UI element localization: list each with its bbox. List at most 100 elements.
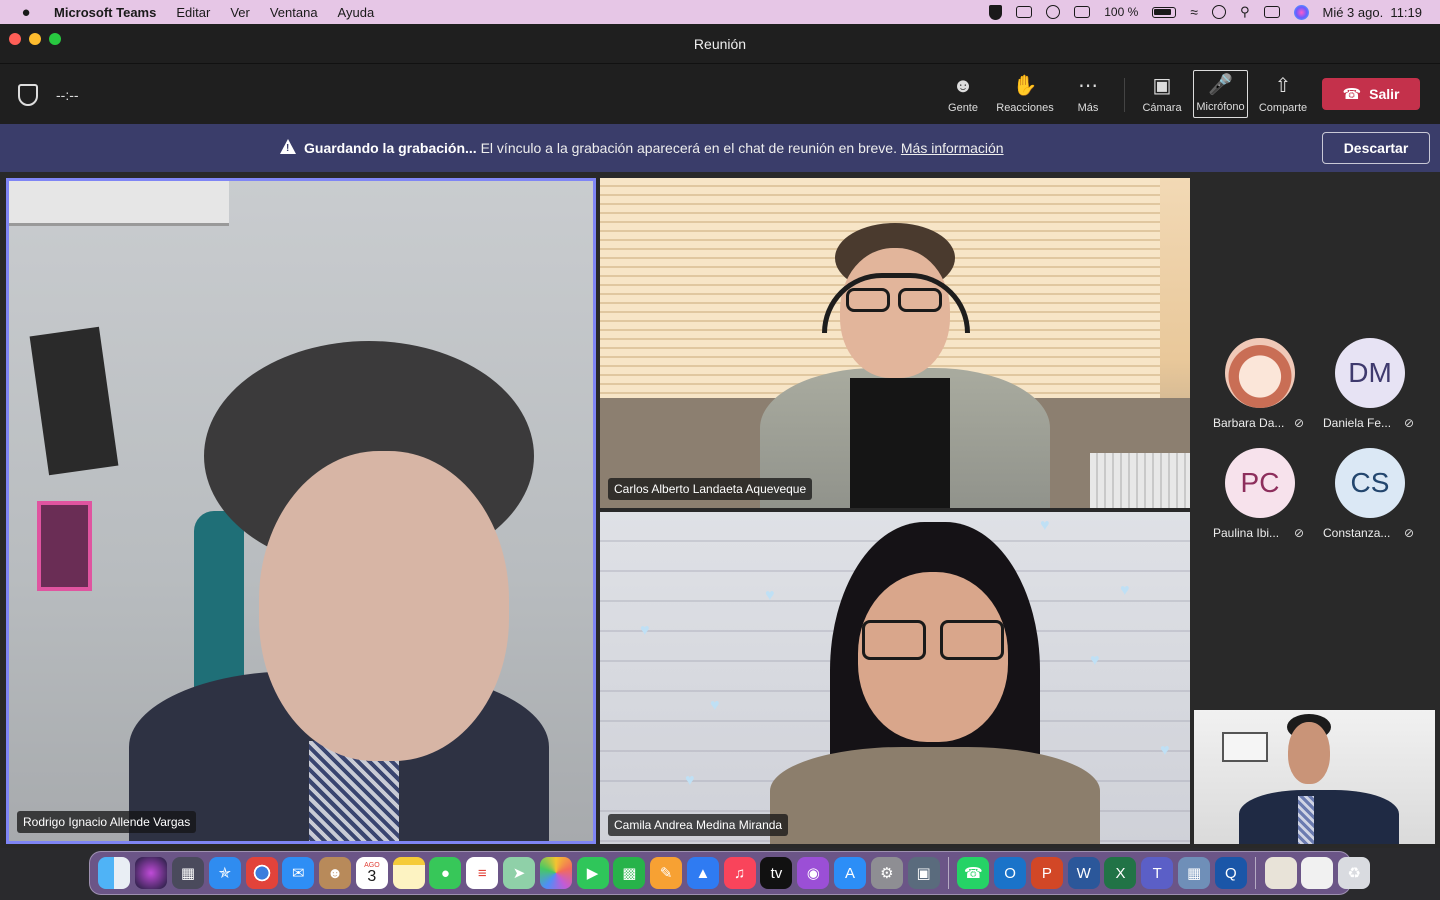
apple-menu-icon[interactable]: ● <box>18 4 34 21</box>
dock-divider <box>1255 857 1257 889</box>
video-tile-carlos[interactable]: Carlos Alberto Landaeta Aqueveque <box>600 178 1190 508</box>
finder-icon[interactable] <box>98 857 131 889</box>
time-machine-icon[interactable] <box>1211 5 1226 19</box>
video-tile-rodrigo[interactable]: Rodrigo Ignacio Allende Vargas <box>6 178 596 844</box>
person-coat <box>770 747 1100 844</box>
more-dots-icon: ⋯ <box>1078 75 1098 97</box>
leave-meeting-button[interactable]: ☎ Salir <box>1322 78 1420 110</box>
people-icon: ☻ <box>952 75 974 97</box>
calendar-icon[interactable]: AGO 3 <box>355 857 388 889</box>
word-icon[interactable]: W <box>1067 857 1100 889</box>
control-center-icon[interactable] <box>1263 6 1280 18</box>
system-preferences-icon[interactable]: ⚙ <box>870 857 903 889</box>
contacts-icon[interactable]: ☻ <box>319 857 352 889</box>
vpn-shield-icon[interactable] <box>989 4 1003 20</box>
apple-tv-icon[interactable]: tv <box>760 857 793 889</box>
mail-icon[interactable]: ✉ <box>282 857 315 889</box>
battery-icon[interactable] <box>1152 6 1177 18</box>
wall-calendar <box>1222 732 1268 762</box>
mic-muted-icon: ⊘ <box>1294 526 1305 540</box>
avatar-barbara[interactable] <box>1225 338 1295 408</box>
more-button[interactable]: ⋯ Más <box>1066 70 1110 118</box>
person-shirt <box>850 378 950 508</box>
numbers-icon[interactable]: ▩ <box>613 857 646 889</box>
safari-icon[interactable]: ✯ <box>208 857 241 889</box>
maps-icon[interactable]: ➤ <box>502 857 535 889</box>
radiator <box>1090 453 1190 508</box>
dismiss-button[interactable]: Descartar <box>1322 132 1430 164</box>
downloads-stack-icon[interactable] <box>1301 857 1334 889</box>
teams-status-icon[interactable] <box>1016 6 1033 18</box>
wall-poster <box>37 501 92 591</box>
reactions-button[interactable]: ✋ Reacciones <box>992 70 1058 118</box>
menu-ayuda[interactable]: Ayuda <box>338 5 375 20</box>
window-title: Reunión <box>693 36 747 52</box>
excel-icon[interactable]: X <box>1104 857 1137 889</box>
toolbar-divider <box>1124 78 1125 112</box>
microphone-icon: 🎤 <box>1208 74 1233 96</box>
share-button[interactable]: ⇧ Comparte <box>1254 70 1312 118</box>
screenshot-app-icon[interactable]: ▣ <box>907 857 940 889</box>
app-store-icon[interactable]: A <box>834 857 867 889</box>
glasses <box>862 620 926 660</box>
menubar-clock[interactable]: Mié 3 ago. 11:19 <box>1323 5 1423 20</box>
participant-name-tag: Rodrigo Ignacio Allende Vargas <box>17 811 197 833</box>
roster-name: Constanza... <box>1323 526 1391 540</box>
raise-hand-icon: ✋ <box>1012 75 1038 97</box>
document-stack-icon[interactable] <box>1264 857 1297 889</box>
messages-icon[interactable]: ● <box>429 857 462 889</box>
keynote-icon[interactable]: ▲ <box>686 857 719 889</box>
preview-icon[interactable]: Q <box>1214 857 1247 889</box>
person-face <box>1288 722 1330 784</box>
avatar-constanza[interactable]: CS <box>1335 448 1405 518</box>
mic-muted-icon: ⊘ <box>1294 416 1305 430</box>
mic-muted-icon: ⊘ <box>1404 416 1415 430</box>
photos-icon[interactable] <box>539 857 572 889</box>
teams-icon[interactable]: T <box>1141 857 1174 889</box>
menu-ventana[interactable]: Ventana <box>270 5 318 20</box>
pages-icon[interactable]: ✎ <box>650 857 683 889</box>
launchpad-icon[interactable]: ▦ <box>171 857 204 889</box>
play-icon[interactable] <box>1046 5 1061 19</box>
app-menu[interactable]: Microsoft Teams <box>54 5 156 20</box>
people-button[interactable]: ☻ Gente <box>940 70 986 118</box>
macos-menu-bar: ● Microsoft Teams Editar Ver Ventana Ayu… <box>0 0 1440 24</box>
person-tie <box>1298 796 1314 844</box>
screen-sharing-icon[interactable]: ▦ <box>1178 857 1211 889</box>
participant-name-tag: Carlos Alberto Landaeta Aqueveque <box>608 478 813 500</box>
trash-icon[interactable]: ♻ <box>1338 857 1371 889</box>
spotlight-icon[interactable]: ⚲ <box>1240 4 1250 20</box>
microphone-button[interactable]: 🎤 Micrófono <box>1193 70 1248 118</box>
avatar-paulina[interactable]: PC <box>1225 448 1295 518</box>
outlook-icon[interactable]: O <box>994 857 1027 889</box>
roster-name: Paulina Ibi... <box>1213 526 1280 540</box>
calendar-icon[interactable] <box>1074 6 1091 18</box>
video-tile-camila[interactable]: ♥ ♥ ♥ ♥ ♥ ♥ ♥ ♥ Camila Andrea Medina Mir… <box>600 512 1190 844</box>
person-face <box>259 451 509 761</box>
meeting-timer: --:-- <box>56 87 79 103</box>
avatar-daniela[interactable]: DM <box>1335 338 1405 408</box>
share-screen-icon: ⇧ <box>1274 75 1292 97</box>
whatsapp-icon[interactable]: ☎ <box>957 857 990 889</box>
siri-icon[interactable] <box>1293 4 1309 20</box>
meeting-info-shield-icon[interactable] <box>18 84 38 106</box>
more-info-link[interactable]: Más información <box>901 140 1004 156</box>
powerpoint-icon[interactable]: P <box>1030 857 1063 889</box>
wifi-icon[interactable]: ≈ <box>1190 4 1198 20</box>
person-suit <box>1239 790 1399 844</box>
roster-name: Daniela Fe... <box>1323 416 1392 430</box>
banner-message: Guardando la grabación... El vínculo a l… <box>304 140 1004 156</box>
participant-name-tag: Camila Andrea Medina Miranda <box>608 814 789 836</box>
siri-icon[interactable] <box>135 857 168 889</box>
menu-ver[interactable]: Ver <box>230 5 250 20</box>
facetime-icon[interactable]: ▶ <box>576 857 609 889</box>
podcasts-icon[interactable]: ◉ <box>797 857 830 889</box>
self-view-tile[interactable] <box>1194 710 1435 844</box>
chrome-icon[interactable] <box>245 857 278 889</box>
reminders-icon[interactable]: ≡ <box>466 857 499 889</box>
camera-button[interactable]: ▣ Cámara <box>1136 70 1188 118</box>
menu-editar[interactable]: Editar <box>176 5 210 20</box>
notes-icon[interactable] <box>392 857 425 889</box>
music-icon[interactable]: ♫ <box>723 857 756 889</box>
air-conditioner <box>9 181 229 226</box>
